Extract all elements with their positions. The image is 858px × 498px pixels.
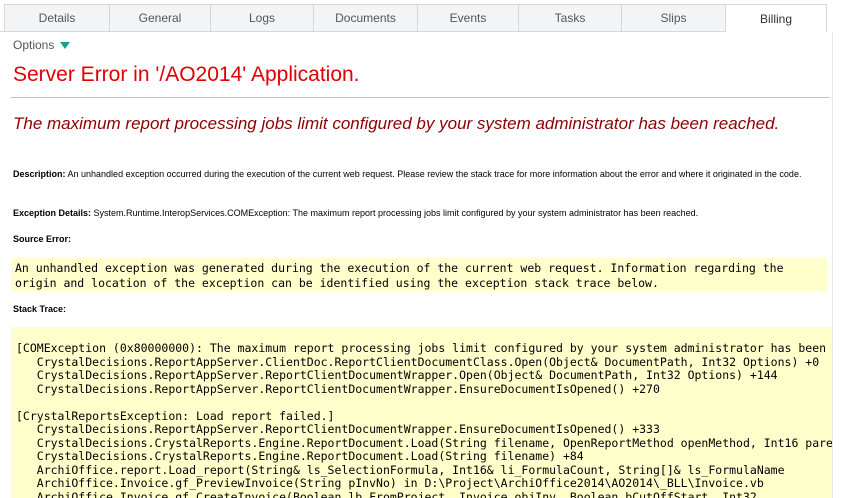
tab-slips[interactable]: Slips [621, 4, 726, 31]
options-toggle[interactable]: Options [13, 38, 71, 52]
right-gutter-border [832, 32, 833, 498]
exception-details-label: Exception Details: [13, 208, 92, 218]
source-error-label: Source Error: [13, 234, 72, 244]
right-gutter [832, 0, 858, 498]
source-error-box: An unhandled exception was generated dur… [11, 258, 827, 291]
source-error-section: Source Error: [13, 233, 818, 245]
tab-bar: Details General Logs Documents Events Ta… [0, 0, 858, 32]
caret-down-icon [60, 41, 71, 49]
tab-tasks[interactable]: Tasks [518, 4, 622, 31]
tab-details[interactable]: Details [4, 4, 110, 31]
tab-documents[interactable]: Documents [313, 4, 418, 31]
description-text: An unhandled exception occurred during t… [65, 169, 802, 179]
options-label: Options [13, 38, 55, 52]
tab-events[interactable]: Events [417, 4, 519, 31]
tab-logs[interactable]: Logs [210, 4, 314, 31]
exception-details-section: Exception Details: System.Runtime.Intero… [13, 207, 818, 219]
stack-trace-section: Stack Trace: [13, 303, 818, 315]
billing-content-frame: Options Server Error in '/AO2014' Applic… [0, 32, 832, 498]
stack-trace-label: Stack Trace: [13, 304, 67, 314]
description-section: Description: An unhandled exception occu… [13, 168, 818, 180]
tab-general[interactable]: General [109, 4, 211, 31]
error-message: The maximum report processing jobs limit… [13, 114, 780, 133]
description-label: Description: [13, 169, 66, 179]
exception-details-text: System.Runtime.InteropServices.COMExcept… [91, 208, 699, 218]
tab-billing[interactable]: Billing [725, 4, 827, 32]
stack-trace-box: [COMException (0x80000000): The maximum … [11, 327, 832, 498]
page-title: Server Error in '/AO2014' Application. [13, 63, 360, 86]
divider [11, 97, 830, 98]
